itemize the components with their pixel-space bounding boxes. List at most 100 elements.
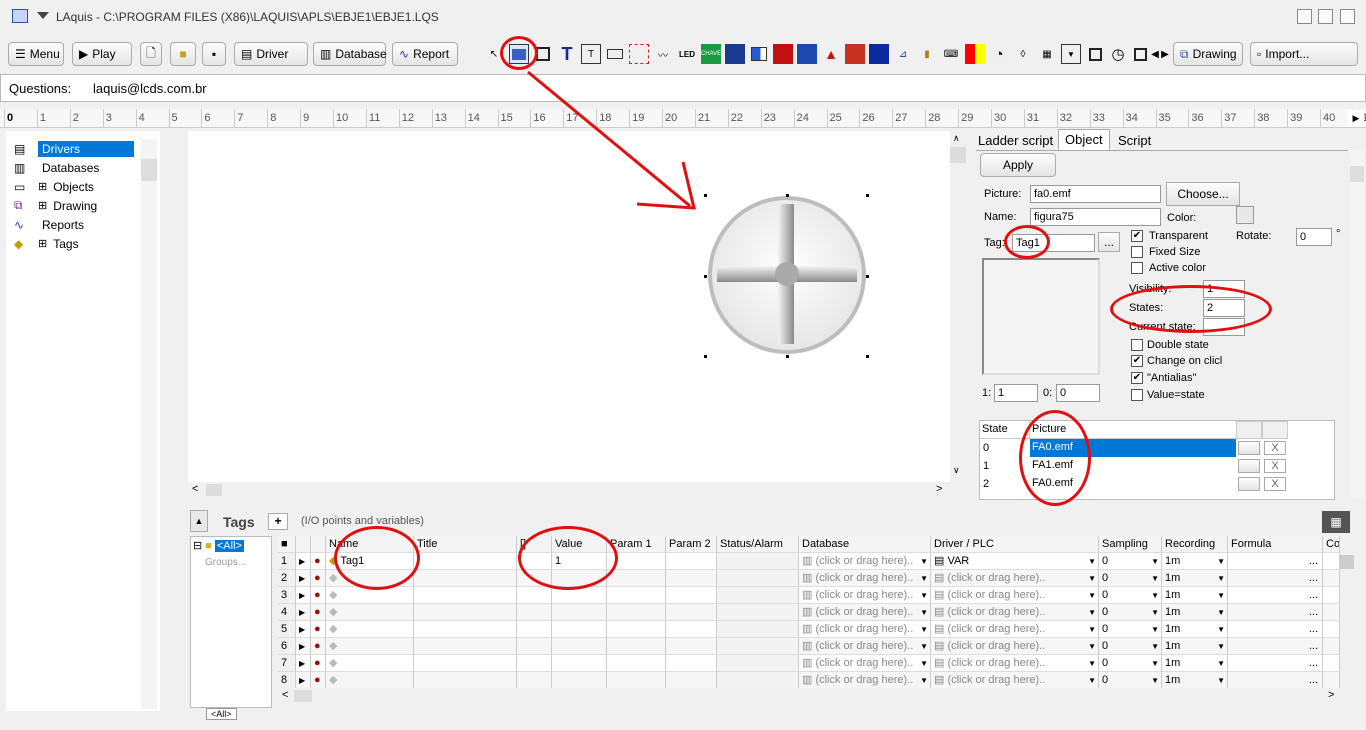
report-button[interactable]: ∿ Report xyxy=(392,42,458,66)
state-row-2-browse[interactable] xyxy=(1238,477,1260,491)
formula-cell[interactable]: ... xyxy=(1228,604,1323,621)
level-icon[interactable] xyxy=(845,44,865,64)
column-header[interactable]: Param 1 xyxy=(607,536,666,553)
chevron-down-icon[interactable]: ▼ xyxy=(1088,587,1096,603)
selection-handle[interactable] xyxy=(866,194,869,197)
co-cell[interactable] xyxy=(1323,621,1340,638)
table-row[interactable]: 2 ▶ ● ◆ ▥ (click or drag here).. ▼ ▤ (click o… xyxy=(278,570,1340,587)
tree-item-drawing[interactable]: ⧉ ⊞ Drawing xyxy=(14,196,97,215)
formula-cell[interactable]: ... xyxy=(1228,570,1323,587)
expand-row-icon[interactable]: ▶ xyxy=(296,570,311,587)
recording-cell[interactable]: 1m ▼ xyxy=(1162,604,1228,621)
chevron-down-icon[interactable]: ▼ xyxy=(1217,672,1225,688)
zero-field[interactable]: 0 xyxy=(1056,384,1100,402)
database-cell[interactable]: ▥ (click or drag here).. ▼ xyxy=(799,604,931,621)
new-file-button[interactable]: 🗋 xyxy=(140,42,162,66)
tag-title-cell[interactable] xyxy=(414,621,517,638)
chevron-down-icon[interactable]: ▼ xyxy=(1088,672,1096,688)
chevron-down-icon[interactable]: ▼ xyxy=(1151,638,1159,654)
chevron-down-icon[interactable]: ▼ xyxy=(1217,553,1225,569)
param2-cell[interactable] xyxy=(666,570,717,587)
recording-cell[interactable]: 1m ▼ xyxy=(1162,672,1228,689)
state-row-1-remove[interactable]: X xyxy=(1264,459,1286,473)
chevron-down-icon[interactable]: ▼ xyxy=(920,621,928,637)
tag-name-cell[interactable]: ◆ Tag1 xyxy=(326,553,414,570)
tag-array-cell[interactable] xyxy=(517,638,552,655)
selection-handle[interactable] xyxy=(704,355,707,358)
param1-cell[interactable] xyxy=(607,553,666,570)
chevron-down-icon[interactable]: ▼ xyxy=(920,672,928,688)
selection-handle[interactable] xyxy=(786,194,789,197)
driver-cell[interactable]: ▤ (click or drag here).. ▼ xyxy=(931,587,1099,604)
alarm-icon[interactable]: ▲ xyxy=(821,44,841,64)
tag-value-cell[interactable] xyxy=(552,570,607,587)
database-cell[interactable]: ▥ (click or drag here).. ▼ xyxy=(799,655,931,672)
column-header[interactable]: Value xyxy=(552,536,607,553)
chevron-down-icon[interactable]: ▼ xyxy=(1151,655,1159,671)
sampling-cell[interactable]: 0 ▼ xyxy=(1099,553,1162,570)
tag-title-cell[interactable] xyxy=(414,570,517,587)
param2-cell[interactable] xyxy=(666,587,717,604)
red-panel-icon[interactable] xyxy=(773,44,793,64)
param1-cell[interactable] xyxy=(607,570,666,587)
small-text-icon[interactable]: T xyxy=(581,44,601,64)
tags-vscrollbar[interactable] xyxy=(1340,553,1354,687)
chevron-down-icon[interactable]: ▼ xyxy=(1217,570,1225,586)
chevron-down-icon[interactable]: ▼ xyxy=(1151,604,1159,620)
co-cell[interactable] xyxy=(1323,570,1340,587)
chevron-down-icon[interactable]: ▼ xyxy=(1217,587,1225,603)
sampling-cell[interactable]: 0 ▼ xyxy=(1099,621,1162,638)
selection-handle[interactable] xyxy=(786,355,789,358)
chevron-down-icon[interactable] xyxy=(37,12,49,19)
formula-cell[interactable]: ... xyxy=(1228,655,1323,672)
groups-placeholder[interactable]: Groups... xyxy=(205,557,246,568)
state-row-2-remove[interactable]: X xyxy=(1264,477,1286,491)
table-row[interactable]: 1 ▶ ● ◆ Tag1 1 ▥ (click or drag here).. ▼ ▤ VAR… xyxy=(278,553,1340,570)
tag-array-cell[interactable] xyxy=(517,672,552,689)
states-field[interactable]: 2 xyxy=(1203,299,1245,317)
expand-row-icon[interactable]: ▶ xyxy=(296,621,311,638)
driver-cell[interactable]: ▤ (click or drag here).. ▼ xyxy=(931,672,1099,689)
tag-name-cell[interactable]: ◆ xyxy=(326,604,414,621)
tree-scrollbar[interactable] xyxy=(141,139,157,709)
tag-value-cell[interactable] xyxy=(552,655,607,672)
param1-cell[interactable] xyxy=(607,638,666,655)
database-button[interactable]: ▥ Database xyxy=(313,42,387,66)
ruler-scroll-right-icon[interactable]: ▶ xyxy=(1348,110,1364,127)
canvas-vscrollbar[interactable]: ∨ ∧ xyxy=(950,131,966,482)
tag-name-cell[interactable]: ◆ xyxy=(326,587,414,604)
tag-title-cell[interactable] xyxy=(414,553,517,570)
sampling-cell[interactable]: 0 ▼ xyxy=(1099,638,1162,655)
sampling-cell[interactable]: 0 ▼ xyxy=(1099,672,1162,689)
column-header[interactable]: Title xyxy=(414,536,517,553)
collapse-icon[interactable]: ⊟ xyxy=(193,539,202,552)
database-cell[interactable]: ▥ (click or drag here).. ▼ xyxy=(799,553,931,570)
param2-cell[interactable] xyxy=(666,672,717,689)
column-header[interactable]: Status/Alarm xyxy=(717,536,799,553)
column-header[interactable] xyxy=(296,536,311,553)
expand-icon[interactable]: ⊞ xyxy=(38,237,47,250)
expand-row-icon[interactable]: ▶ xyxy=(296,655,311,672)
keyboard-icon[interactable]: ⌨ xyxy=(941,44,961,64)
name-field[interactable]: figura75 xyxy=(1030,208,1161,226)
co-cell[interactable] xyxy=(1323,655,1340,672)
tree-item-drivers[interactable]: ▤ Drivers xyxy=(14,139,134,158)
text-tool-icon[interactable]: T xyxy=(557,44,577,64)
tag-field[interactable]: Tag1 xyxy=(1012,234,1095,252)
double-state-checkbox[interactable] xyxy=(1131,339,1143,351)
sampling-cell[interactable]: 0 ▼ xyxy=(1099,587,1162,604)
close-button[interactable] xyxy=(1340,9,1355,24)
image-frame-icon[interactable] xyxy=(533,44,553,64)
tag-value-cell[interactable] xyxy=(552,587,607,604)
chevron-down-icon[interactable]: ▼ xyxy=(1217,604,1225,620)
tag-array-cell[interactable] xyxy=(517,570,552,587)
database-cell[interactable]: ▥ (click or drag here).. ▼ xyxy=(799,587,931,604)
canvas-hscrollbar[interactable]: < > xyxy=(188,482,950,498)
chevron-down-icon[interactable]: ▼ xyxy=(1088,553,1096,569)
tree-item-objects[interactable]: ▭ ⊞ Objects xyxy=(14,177,94,196)
chevron-down-icon[interactable]: ▼ xyxy=(1217,655,1225,671)
menu-button[interactable]: ☰ Menu xyxy=(8,42,64,66)
chevron-down-icon[interactable]: ▼ xyxy=(1217,621,1225,637)
dropdown-object-icon[interactable]: ▼ xyxy=(1061,44,1081,64)
apply-button[interactable]: Apply xyxy=(980,153,1056,177)
